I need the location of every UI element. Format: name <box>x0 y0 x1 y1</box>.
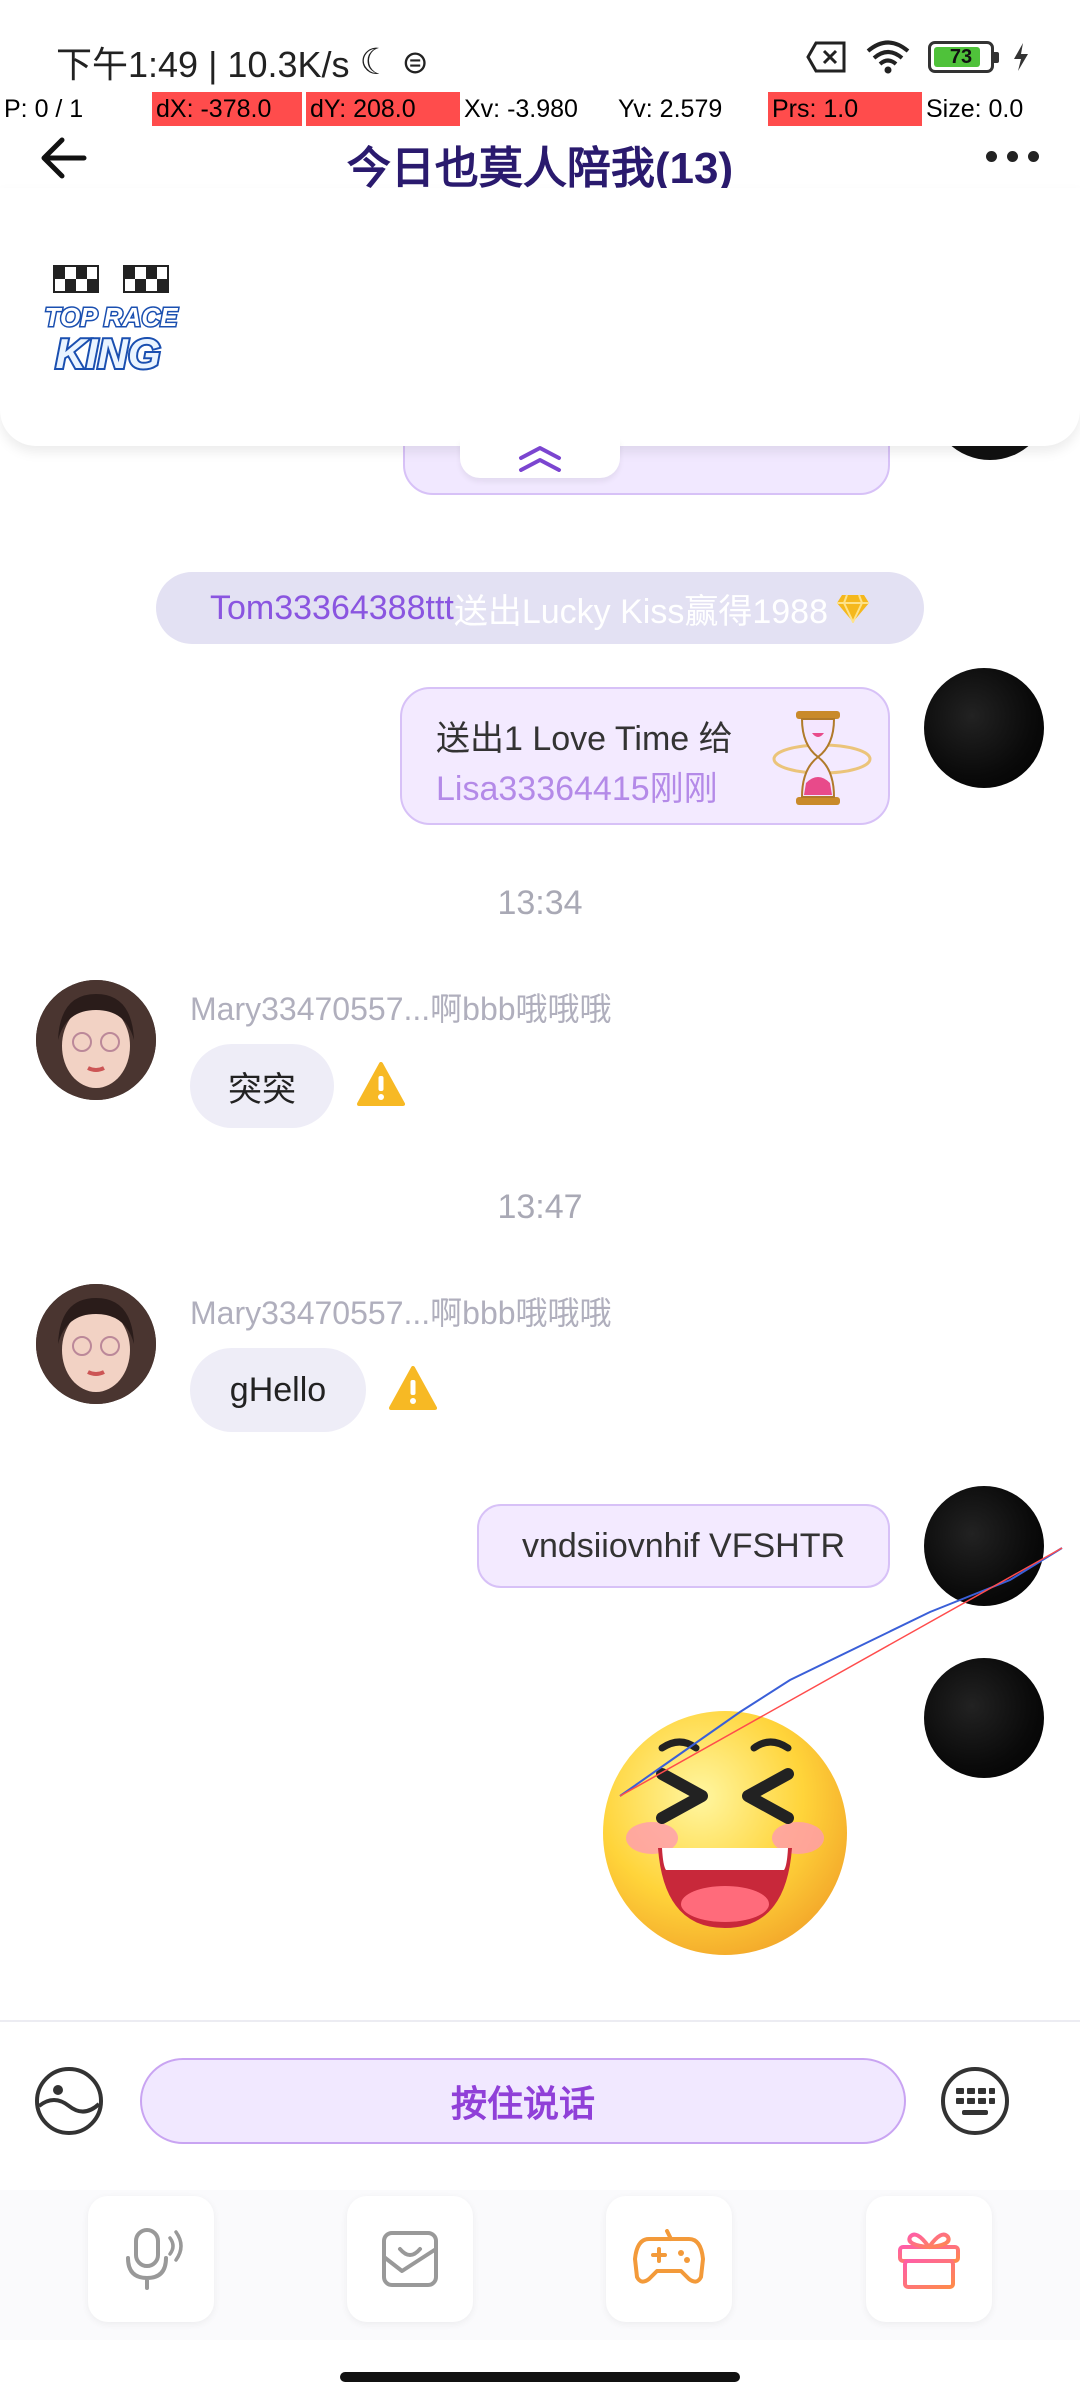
message-bubble[interactable]: gHello <box>190 1348 366 1432</box>
collapse-banner-button[interactable] <box>460 438 620 478</box>
sender-name[interactable]: Mary33470557...啊bbb哦哦哦 <box>190 984 612 1030</box>
notice-text: 送出Lucky Kiss赢得1988 <box>453 592 828 631</box>
gift-win-notice: Tom33364388ttt 送出Lucky Kiss赢得1988 <box>156 572 924 644</box>
warning-icon[interactable] <box>389 1366 437 1410</box>
timestamp: 13:34 <box>497 884 583 922</box>
chat-tools-bar <box>0 2190 1080 2340</box>
avatar[interactable] <box>924 668 1044 788</box>
gamepad-icon <box>633 2229 705 2284</box>
message-bubble[interactable]: 突突 <box>190 1044 334 1128</box>
avatar[interactable] <box>36 1284 156 1404</box>
user-photo <box>36 1284 156 1404</box>
top-race-king-logo[interactable]: TOP RACE KING <box>36 260 186 378</box>
chevron-up-icon <box>519 446 561 472</box>
photo-icon <box>382 2231 438 2287</box>
gift-icon <box>898 2232 960 2289</box>
logo-text-bottom: KING <box>56 330 161 377</box>
gem-icon <box>836 594 869 623</box>
voice-message-button[interactable] <box>88 2196 214 2322</box>
gift-message-bubble[interactable]: 送出1 Love Time 给 Lisa33364415刚刚 <box>400 687 890 825</box>
avatar[interactable] <box>924 1486 1044 1606</box>
game-button[interactable] <box>606 2196 732 2322</box>
sticker-icon[interactable] <box>34 2066 104 2136</box>
microphone-icon <box>126 2228 183 2290</box>
photo-button[interactable] <box>347 2196 473 2322</box>
gift-message-text: 送出1 Love Time 给 <box>436 720 733 758</box>
home-indicator[interactable] <box>340 2372 740 2382</box>
pinned-banner[interactable]: TOP RACE KING <box>0 188 1080 446</box>
hold-to-talk-button[interactable]: 按住说话 <box>140 2058 906 2144</box>
logo-text-top: TOP RACE <box>45 302 179 332</box>
user-photo <box>36 980 156 1100</box>
laughing-emoji-sticker[interactable] <box>600 1708 850 1958</box>
warning-icon[interactable] <box>357 1062 405 1106</box>
hourglass-gift-icon <box>772 711 872 805</box>
notice-user-name[interactable]: Tom33364388ttt <box>210 589 454 628</box>
message-input-bar: 按住说话 <box>0 2020 1080 2190</box>
gift-button[interactable] <box>866 2196 992 2322</box>
message-bubble[interactable]: vndsiiovnhif VFSHTR <box>477 1504 890 1588</box>
keyboard-icon[interactable] <box>940 2066 1010 2136</box>
sender-name[interactable]: Mary33470557...啊bbb哦哦哦 <box>190 1288 612 1334</box>
timestamp: 13:47 <box>497 1188 583 1226</box>
avatar[interactable] <box>36 980 156 1100</box>
gift-recipient[interactable]: Lisa33364415刚刚 <box>436 761 718 810</box>
avatar[interactable] <box>924 1658 1044 1778</box>
